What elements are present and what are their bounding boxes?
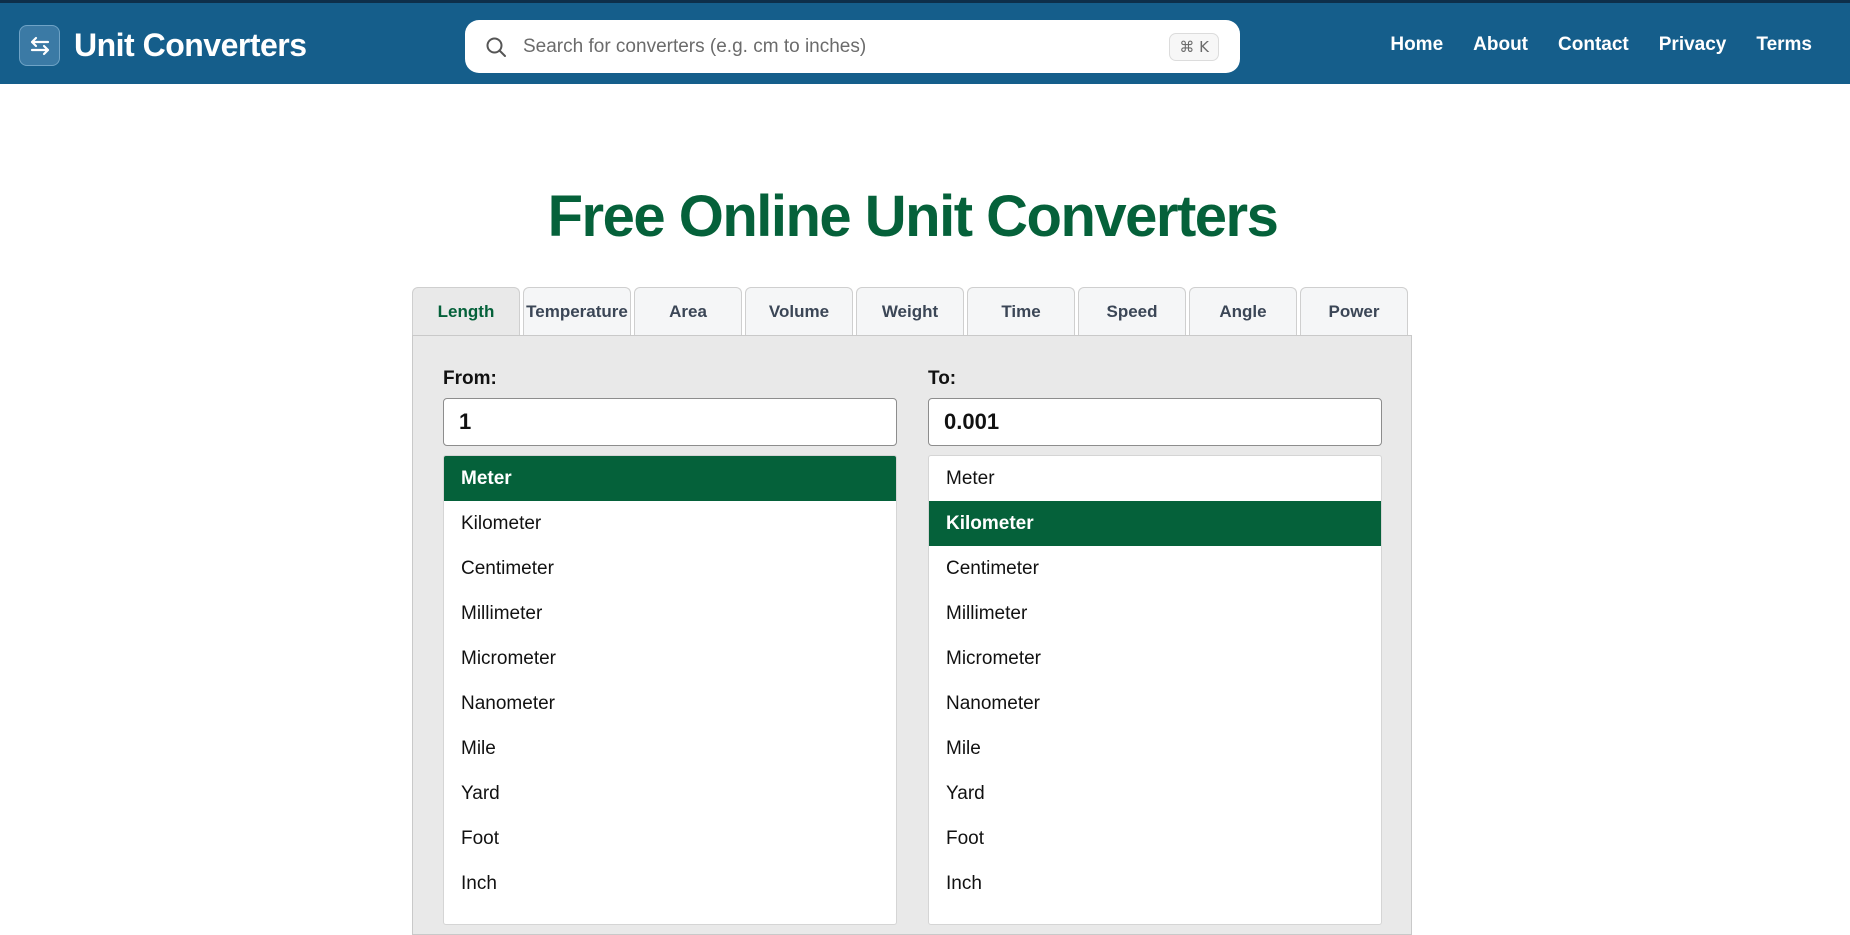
from-unit-foot[interactable]: Foot: [444, 816, 896, 861]
from-unit-list[interactable]: Meter Kilometer Centimeter Millimeter Mi…: [443, 455, 897, 925]
brand[interactable]: Unit Converters: [19, 25, 307, 66]
to-unit-centimeter[interactable]: Centimeter: [929, 546, 1381, 591]
to-unit-mile[interactable]: Mile: [929, 726, 1381, 771]
tab-angle[interactable]: Angle: [1189, 287, 1297, 335]
from-unit-mile[interactable]: Mile: [444, 726, 896, 771]
to-unit-millimeter[interactable]: Millimeter: [929, 591, 1381, 636]
from-unit-centimeter[interactable]: Centimeter: [444, 546, 896, 591]
from-unit-meter[interactable]: Meter: [444, 456, 896, 501]
to-label: To:: [928, 368, 957, 389]
from-unit-micrometer[interactable]: Micrometer: [444, 636, 896, 681]
nav-contact[interactable]: Contact: [1558, 34, 1629, 56]
to-unit-meter[interactable]: Meter: [929, 456, 1381, 501]
from-unit-yard[interactable]: Yard: [444, 771, 896, 816]
nav-home[interactable]: Home: [1390, 34, 1443, 56]
from-value-input[interactable]: [443, 398, 897, 446]
tab-area[interactable]: Area: [634, 287, 742, 335]
to-unit-nanometer[interactable]: Nanometer: [929, 681, 1381, 726]
category-tabs: Length Temperature Area Volume Weight Ti…: [412, 287, 1408, 336]
search-box[interactable]: ⌘ K: [465, 20, 1240, 73]
from-unit-kilometer[interactable]: Kilometer: [444, 501, 896, 546]
tab-volume[interactable]: Volume: [745, 287, 853, 335]
tab-speed[interactable]: Speed: [1078, 287, 1186, 335]
swap-arrows-icon: [19, 25, 60, 66]
to-unit-kilometer[interactable]: Kilometer: [929, 501, 1381, 546]
to-unit-foot[interactable]: Foot: [929, 816, 1381, 861]
to-unit-list[interactable]: Meter Kilometer Centimeter Millimeter Mi…: [928, 455, 1382, 925]
to-value-input[interactable]: [928, 398, 1382, 446]
nav-terms[interactable]: Terms: [1756, 34, 1812, 56]
from-label: From:: [443, 368, 497, 389]
nav-privacy[interactable]: Privacy: [1659, 34, 1727, 56]
to-unit-inch[interactable]: Inch: [929, 861, 1381, 906]
to-unit-yard[interactable]: Yard: [929, 771, 1381, 816]
page-title: Free Online Unit Converters: [547, 184, 1279, 249]
brand-title: Unit Converters: [74, 27, 307, 63]
nav-about[interactable]: About: [1473, 34, 1528, 56]
tab-time[interactable]: Time: [967, 287, 1075, 335]
search-icon: [485, 36, 507, 63]
tab-length[interactable]: Length: [412, 287, 520, 336]
search-shortcut-hint: ⌘ K: [1169, 33, 1219, 61]
tab-power[interactable]: Power: [1300, 287, 1408, 335]
tab-temperature[interactable]: Temperature: [523, 287, 631, 335]
converter-panel: From: Meter Kilometer Centimeter Millime…: [412, 335, 1412, 935]
search-input[interactable]: [523, 20, 1123, 73]
to-unit-micrometer[interactable]: Micrometer: [929, 636, 1381, 681]
tab-weight[interactable]: Weight: [856, 287, 964, 335]
top-navbar: Unit Converters ⌘ K Home About Contact P…: [0, 0, 1850, 84]
from-unit-millimeter[interactable]: Millimeter: [444, 591, 896, 636]
from-unit-inch[interactable]: Inch: [444, 861, 896, 906]
from-unit-nanometer[interactable]: Nanometer: [444, 681, 896, 726]
main-nav: Home About Contact Privacy Terms: [1390, 34, 1812, 56]
